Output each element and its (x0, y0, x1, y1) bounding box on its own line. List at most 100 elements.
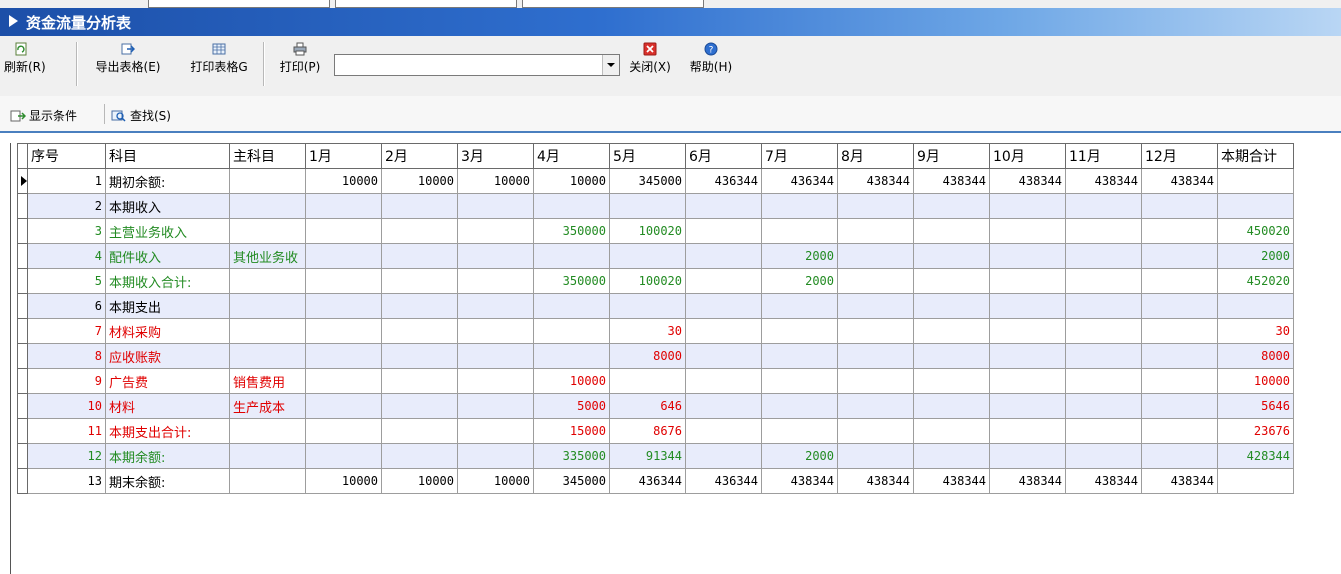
amount-cell[interactable] (457, 443, 534, 469)
table-row[interactable]: 1 期初余额: 10000 10000 10000 10000 345000 436344 43… (17, 168, 1294, 194)
amount-cell[interactable] (837, 343, 914, 369)
amount-cell[interactable] (989, 193, 1066, 219)
table-row[interactable]: 10 材料 生产成本 5000 646 5646 (17, 393, 1294, 419)
amount-cell[interactable] (685, 218, 762, 244)
top-field-2[interactable] (335, 0, 517, 8)
amount-cell[interactable] (761, 393, 838, 419)
amount-cell[interactable] (913, 218, 990, 244)
amount-cell[interactable] (305, 418, 382, 444)
row-number-cell[interactable]: 10 (27, 393, 106, 419)
amount-cell[interactable] (1217, 293, 1294, 319)
amount-cell[interactable] (457, 318, 534, 344)
main-subject-cell[interactable] (229, 268, 306, 294)
amount-cell[interactable] (761, 418, 838, 444)
row-header[interactable] (17, 193, 28, 219)
main-subject-cell[interactable] (229, 443, 306, 469)
amount-cell[interactable] (1217, 168, 1294, 194)
column-header[interactable]: 序号 (27, 143, 106, 169)
amount-cell[interactable] (913, 443, 990, 469)
amount-cell[interactable] (913, 418, 990, 444)
amount-cell[interactable] (381, 268, 458, 294)
amount-cell[interactable] (1065, 443, 1142, 469)
amount-cell[interactable] (305, 343, 382, 369)
amount-cell[interactable]: 100020 (609, 218, 686, 244)
help-button[interactable]: ? 帮助(H) (688, 42, 734, 75)
amount-cell[interactable]: 10000 (381, 168, 458, 194)
amount-cell[interactable]: 438344 (1065, 468, 1142, 494)
row-header[interactable] (17, 368, 28, 394)
amount-cell[interactable] (989, 443, 1066, 469)
amount-cell[interactable]: 8000 (1217, 343, 1294, 369)
amount-cell[interactable] (381, 368, 458, 394)
amount-cell[interactable] (1065, 243, 1142, 269)
amount-cell[interactable] (457, 268, 534, 294)
amount-cell[interactable] (381, 418, 458, 444)
table-row[interactable]: 6 本期支出 (17, 293, 1294, 319)
amount-cell[interactable] (989, 368, 1066, 394)
amount-cell[interactable] (305, 243, 382, 269)
row-header[interactable] (17, 293, 28, 319)
row-number-cell[interactable]: 13 (27, 468, 106, 494)
amount-cell[interactable]: 438344 (837, 468, 914, 494)
refresh-button[interactable]: 刷新(R) (4, 42, 46, 75)
amount-cell[interactable] (989, 268, 1066, 294)
amount-cell[interactable] (837, 218, 914, 244)
amount-cell[interactable]: 8676 (609, 418, 686, 444)
amount-cell[interactable] (1065, 293, 1142, 319)
amount-cell[interactable] (761, 368, 838, 394)
amount-cell[interactable]: 5646 (1217, 393, 1294, 419)
row-number-cell[interactable]: 8 (27, 343, 106, 369)
top-field-3[interactable] (522, 0, 704, 8)
row-header[interactable] (17, 343, 28, 369)
column-header[interactable]: 6月 (685, 143, 762, 169)
amount-cell[interactable] (913, 318, 990, 344)
row-header[interactable] (17, 393, 28, 419)
main-subject-cell[interactable] (229, 193, 306, 219)
amount-cell[interactable]: 15000 (533, 418, 610, 444)
amount-cell[interactable] (1141, 218, 1218, 244)
amount-cell[interactable] (1141, 393, 1218, 419)
amount-cell[interactable] (381, 393, 458, 419)
amount-cell[interactable]: 30 (609, 318, 686, 344)
amount-cell[interactable] (761, 318, 838, 344)
table-row[interactable]: 12 本期余额: 335000 91344 2000 428344 (17, 443, 1294, 469)
amount-cell[interactable] (305, 193, 382, 219)
amount-cell[interactable] (305, 443, 382, 469)
subject-cell[interactable]: 广告费 (105, 368, 230, 394)
amount-cell[interactable]: 438344 (913, 168, 990, 194)
amount-cell[interactable]: 438344 (1141, 168, 1218, 194)
amount-cell[interactable]: 438344 (913, 468, 990, 494)
amount-cell[interactable] (1065, 343, 1142, 369)
amount-cell[interactable] (989, 343, 1066, 369)
table-row[interactable]: 3 主营业务收入 350000 100020 450020 (17, 218, 1294, 244)
row-number-cell[interactable]: 7 (27, 318, 106, 344)
amount-cell[interactable] (685, 343, 762, 369)
subject-cell[interactable]: 主营业务收入 (105, 218, 230, 244)
amount-cell[interactable]: 450020 (1217, 218, 1294, 244)
table-row[interactable]: 4 配件收入 其他业务收 2000 2000 (17, 243, 1294, 269)
amount-cell[interactable] (1065, 393, 1142, 419)
amount-cell[interactable]: 436344 (609, 468, 686, 494)
amount-cell[interactable] (685, 268, 762, 294)
amount-cell[interactable] (837, 243, 914, 269)
amount-cell[interactable]: 10000 (533, 168, 610, 194)
amount-cell[interactable] (305, 393, 382, 419)
column-header[interactable]: 7月 (761, 143, 838, 169)
amount-cell[interactable] (457, 243, 534, 269)
amount-cell[interactable] (837, 418, 914, 444)
row-number-cell[interactable]: 3 (27, 218, 106, 244)
column-header[interactable]: 11月 (1065, 143, 1142, 169)
amount-cell[interactable]: 438344 (761, 468, 838, 494)
amount-cell[interactable] (685, 443, 762, 469)
amount-cell[interactable] (1065, 418, 1142, 444)
table-row[interactable]: 9 广告费 销售费用 10000 10000 (17, 368, 1294, 394)
amount-cell[interactable] (533, 343, 610, 369)
amount-cell[interactable]: 8000 (609, 343, 686, 369)
printer-select[interactable] (334, 54, 620, 76)
amount-cell[interactable]: 345000 (533, 468, 610, 494)
find-button[interactable]: 查找(S) (111, 107, 171, 124)
main-subject-cell[interactable] (229, 218, 306, 244)
amount-cell[interactable]: 438344 (989, 168, 1066, 194)
amount-cell[interactable]: 2000 (761, 243, 838, 269)
amount-cell[interactable] (533, 318, 610, 344)
